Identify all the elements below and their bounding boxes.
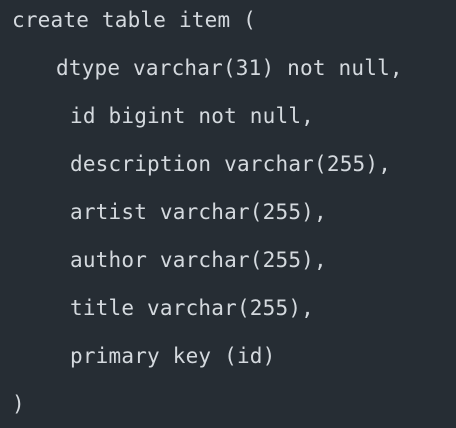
code-line-create-table: create table item (	[12, 8, 257, 32]
code-line-close-paren: )	[12, 392, 25, 416]
sql-code-block: create table item ( dtype varchar(31) no…	[0, 0, 456, 428]
code-line-author: author varchar(255),	[70, 248, 327, 272]
code-line-id: id bigint not null,	[70, 104, 315, 128]
code-line-dtype: dtype varchar(31) not null,	[56, 56, 403, 80]
code-line-primary-key: primary key (id)	[70, 344, 276, 368]
code-line-description: description varchar(255),	[70, 152, 392, 176]
code-line-artist: artist varchar(255),	[70, 200, 327, 224]
code-line-title: title varchar(255),	[70, 296, 315, 320]
